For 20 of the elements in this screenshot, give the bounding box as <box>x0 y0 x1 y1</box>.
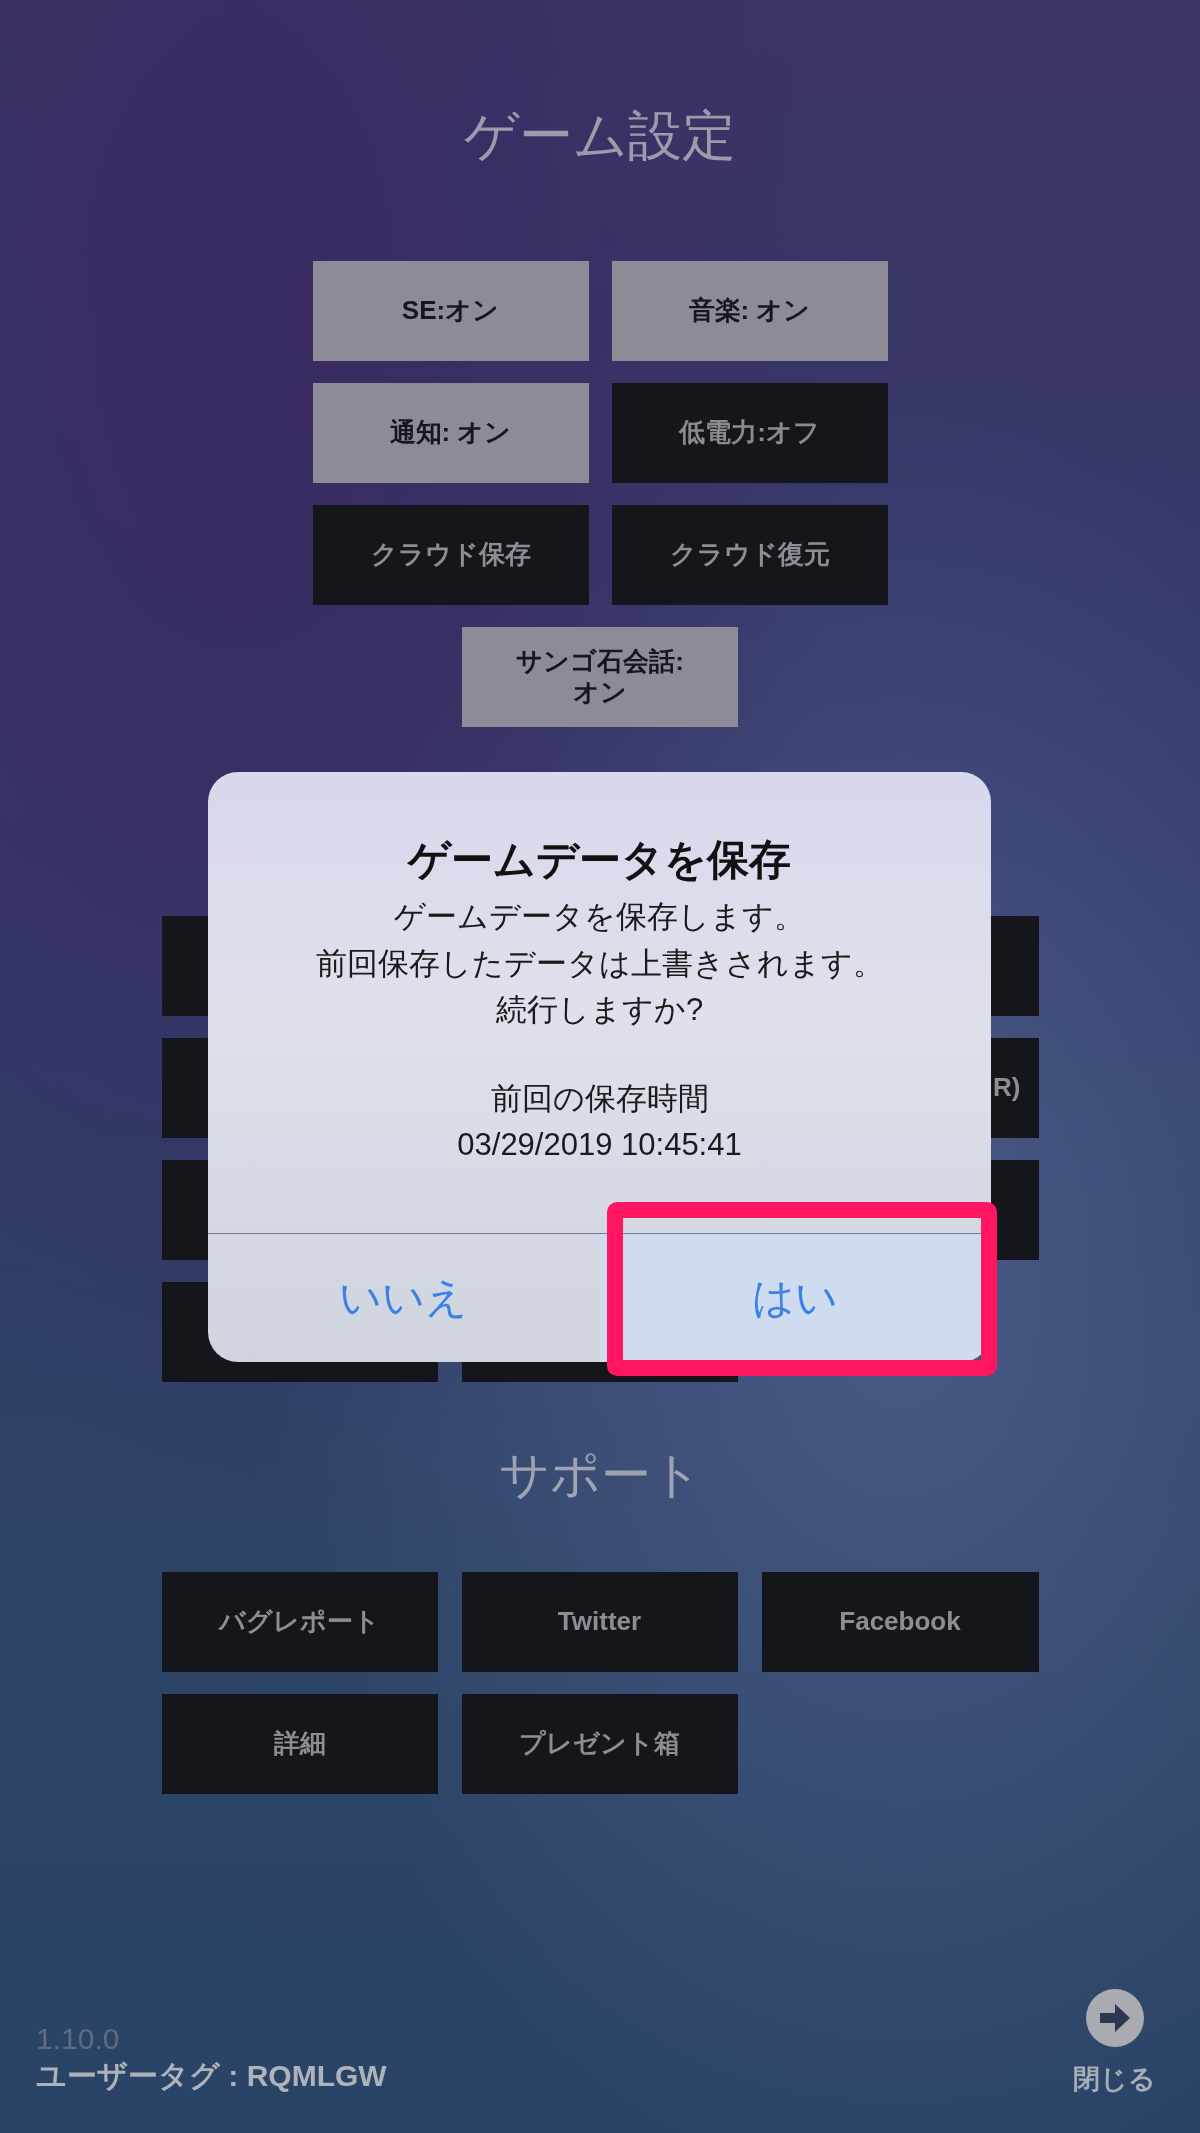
setting-button[interactable]: サンゴ石会話: オン <box>462 627 738 727</box>
screen-title: ゲーム設定 <box>464 104 736 167</box>
support-button[interactable]: バグレポート <box>161 1572 438 1672</box>
setting-button[interactable]: クラウド保存 <box>312 505 589 605</box>
section-title: サポート <box>498 1446 702 1505</box>
setting-button[interactable]: 通知: オン <box>312 383 589 483</box>
setting-button[interactable]: クラウド復元 <box>611 505 888 605</box>
support-button[interactable]: Twitter <box>461 1572 738 1672</box>
support-button[interactable]: プレゼント箱 <box>461 1694 738 1794</box>
save-time-text: 前回の保存時間 03/29/2019 10:45:41 <box>457 1079 742 1164</box>
arrow-circle-icon <box>1085 1989 1144 2047</box>
dialog-title: ゲームデータを保存 <box>408 835 791 885</box>
user-tag: ユーザータグ : RQMLGW <box>36 2056 387 2097</box>
close-button[interactable]: 閉じる <box>1073 1989 1156 2097</box>
setting-button[interactable]: 音楽: オン <box>611 261 888 361</box>
setting-button[interactable]: SE:オン <box>312 261 589 361</box>
support-button[interactable]: 詳細 <box>161 1694 438 1794</box>
support-button[interactable]: Facebook <box>761 1572 1039 1672</box>
setting-button[interactable]: 低電力:オフ <box>611 383 888 483</box>
dialog-message: ゲームデータを保存します。 前回保存したデータは上書きされます。 続行しますか? <box>315 898 884 1029</box>
